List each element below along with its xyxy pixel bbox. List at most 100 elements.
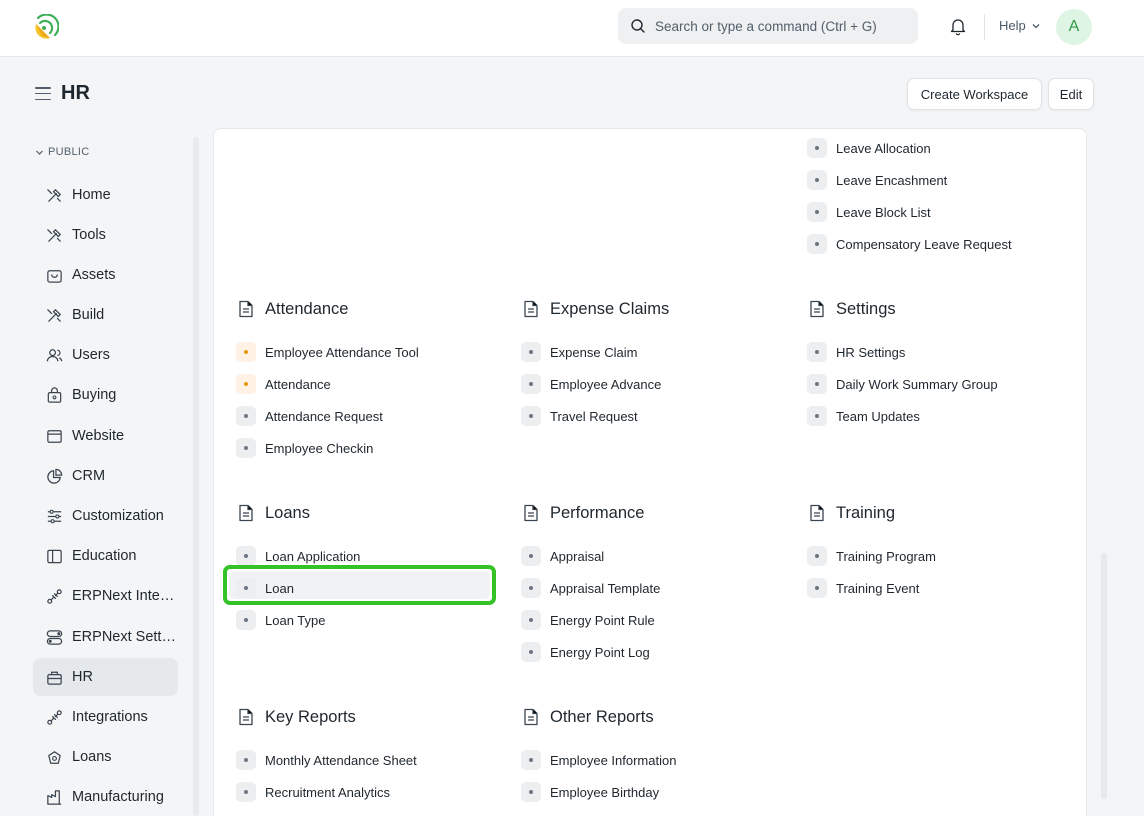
link-employee-attendance-tool[interactable]: Employee Attendance Tool: [236, 342, 419, 362]
assets-icon: [45, 266, 64, 285]
navbar: Help A: [0, 0, 1144, 57]
factory-icon: [45, 788, 64, 807]
book-icon: [45, 547, 64, 566]
sidebar-item-users[interactable]: Users: [33, 336, 178, 374]
section-title-settings: Settings: [807, 299, 896, 319]
sidebar-item-website[interactable]: Website: [33, 417, 178, 455]
document-icon: [239, 504, 253, 522]
sidebar-item-label: Manufacturing: [72, 789, 164, 805]
link-recruitment-analytics[interactable]: Recruitment Analytics: [236, 782, 390, 802]
link-employee-advance[interactable]: Employee Advance: [521, 374, 661, 394]
pie-chart-icon: [45, 467, 64, 486]
sidebar-toggle-icon[interactable]: [35, 87, 51, 101]
link-leave-allocation[interactable]: Leave Allocation: [807, 138, 931, 158]
sidebar-scrollbar[interactable]: [193, 137, 199, 816]
sidebar-item-home[interactable]: Home: [33, 176, 178, 214]
sidebar-item-label: Buying: [72, 387, 117, 403]
link-loan-type[interactable]: Loan Type: [236, 610, 325, 630]
sidebar-item-erpnext-settings[interactable]: ERPNext Settings: [33, 618, 178, 656]
search-input[interactable]: [655, 18, 905, 34]
avatar[interactable]: A: [1056, 9, 1092, 45]
sidebar-item-label: Build: [72, 307, 105, 323]
tools-icon: [45, 306, 64, 325]
app-logo-icon[interactable]: [33, 14, 59, 40]
browser-icon: [45, 427, 64, 446]
link-leave-encashment[interactable]: Leave Encashment: [807, 170, 947, 190]
search-bar[interactable]: [618, 8, 918, 44]
sidebar-item-crm[interactable]: CRM: [33, 457, 178, 495]
sidebar-item-label: Loans: [72, 749, 112, 765]
link-training-event[interactable]: Training Event: [807, 578, 919, 598]
sidebar-item-hr[interactable]: HR: [33, 658, 178, 696]
document-icon: [524, 504, 538, 522]
sidebar-item-tools[interactable]: Tools: [33, 216, 178, 254]
link-team-updates[interactable]: Team Updates: [807, 406, 920, 426]
sidebar-item-customization[interactable]: Customization: [33, 497, 178, 535]
document-icon: [524, 708, 538, 726]
link-leave-block-list[interactable]: Leave Block List: [807, 202, 931, 222]
document-icon: [524, 300, 538, 318]
link-employee-information[interactable]: Employee Information: [521, 750, 676, 770]
section-title-performance: Performance: [521, 503, 644, 523]
link-travel-request[interactable]: Travel Request: [521, 406, 638, 426]
link-hr-settings[interactable]: HR Settings: [807, 342, 905, 362]
link-monthly-attendance-sheet[interactable]: Monthly Attendance Sheet: [236, 750, 417, 770]
help-dropdown[interactable]: Help: [999, 18, 1041, 33]
document-icon: [810, 300, 824, 318]
create-workspace-button[interactable]: Create Workspace: [907, 78, 1042, 110]
sidebar-item-loans[interactable]: Loans: [33, 738, 178, 776]
sliders-icon: [45, 507, 64, 526]
sidebar-item-label: Users: [72, 347, 110, 363]
link-appraisal[interactable]: Appraisal: [521, 546, 604, 566]
link-appraisal-template[interactable]: Appraisal Template: [521, 578, 660, 598]
sidebar-item-build[interactable]: Build: [33, 296, 178, 334]
help-label: Help: [999, 18, 1026, 33]
link-energy-point-rule[interactable]: Energy Point Rule: [521, 610, 655, 630]
link-employee-checkin[interactable]: Employee Checkin: [236, 438, 373, 458]
link-employee-birthday[interactable]: Employee Birthday: [521, 782, 659, 802]
sidebar-item-label: ERPNext Settings: [72, 629, 178, 645]
sidebar-item-manufacturing[interactable]: Manufacturing: [33, 778, 178, 816]
link-attendance-request[interactable]: Attendance Request: [236, 406, 383, 426]
edit-button[interactable]: Edit: [1048, 78, 1094, 110]
link-loan[interactable]: Loan: [236, 578, 294, 598]
link-expense-claim[interactable]: Expense Claim: [521, 342, 637, 362]
link-attendance[interactable]: Attendance: [236, 374, 331, 394]
link-loan-application[interactable]: Loan Application: [236, 546, 360, 566]
integration-icon: [45, 708, 64, 727]
sidebar-group-public[interactable]: PUBLIC: [35, 146, 90, 158]
link-energy-point-log[interactable]: Energy Point Log: [521, 642, 650, 662]
section-title-attendance: Attendance: [236, 299, 348, 319]
section-title-expense-claims: Expense Claims: [521, 299, 669, 319]
search-icon: [631, 19, 645, 33]
hr-icon: [45, 668, 64, 687]
sidebar-item-integrations[interactable]: Integrations: [33, 698, 178, 736]
sidebar-item-erpnext-integrations[interactable]: ERPNext Integrations: [33, 577, 178, 615]
sidebar-item-label: ERPNext Integrations: [72, 588, 178, 604]
shopping-bag-icon: [45, 386, 64, 405]
integration-icon: [45, 587, 64, 606]
sidebar-item-label: Education: [72, 548, 137, 564]
tools-icon: [45, 186, 64, 205]
link-daily-work-summary-group[interactable]: Daily Work Summary Group: [807, 374, 998, 394]
section-title-training: Training: [807, 503, 895, 523]
link-compensatory-leave-request[interactable]: Compensatory Leave Request: [807, 234, 1012, 254]
sidebar-item-label: Tools: [72, 227, 106, 243]
users-icon: [45, 346, 64, 365]
tools-icon: [45, 226, 64, 245]
main-scrollbar[interactable]: [1101, 553, 1107, 799]
sidebar-group-label: PUBLIC: [48, 146, 90, 158]
sidebar-item-label: Integrations: [72, 709, 148, 725]
section-title-key-reports: Key Reports: [236, 707, 356, 727]
toggle-icon: [45, 628, 64, 647]
sidebar-item-label: HR: [72, 669, 93, 685]
sidebar-item-buying[interactable]: Buying: [33, 376, 178, 414]
sidebar-item-label: Website: [72, 428, 125, 444]
document-icon: [239, 300, 253, 318]
notification-bell-icon[interactable]: [947, 15, 969, 37]
loan-icon: [45, 748, 64, 767]
link-training-program[interactable]: Training Program: [807, 546, 936, 566]
sidebar-item-assets[interactable]: Assets: [33, 256, 178, 294]
sidebar-item-education[interactable]: Education: [33, 537, 178, 575]
document-icon: [810, 504, 824, 522]
